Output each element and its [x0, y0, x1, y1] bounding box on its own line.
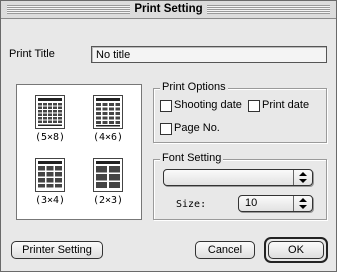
layout-selector: (5×8) (4×6) (3×4) (2×3): [16, 84, 142, 220]
size-popup-value: 10: [245, 197, 258, 209]
size-label: Size:: [176, 199, 207, 210]
font-popup[interactable]: [163, 169, 313, 186]
size-popup[interactable]: 10: [238, 195, 313, 212]
font-setting-group: Font Setting Size: 10: [153, 152, 327, 220]
ok-button[interactable]: OK: [268, 241, 324, 259]
shooting-date-label[interactable]: Shooting date: [174, 99, 242, 112]
print-options-title: Print Options: [160, 81, 228, 94]
printer-setting-button[interactable]: Printer Setting: [11, 241, 103, 259]
layout-3x4-caption: (3×4): [34, 195, 66, 206]
title-bar[interactable]: Print Setting: [1, 1, 336, 19]
shooting-date-checkbox[interactable]: [160, 100, 172, 112]
layout-4x6-icon: [93, 95, 123, 129]
print-title-field[interactable]: No title: [91, 46, 327, 63]
updown-arrows-icon: [293, 170, 312, 185]
print-date-checkbox[interactable]: [248, 100, 260, 112]
layout-5x8-caption: (5×8): [34, 132, 66, 143]
updown-arrows-icon: [293, 196, 312, 211]
print-options-group: Print Options Shooting date Print date P…: [153, 81, 327, 143]
print-date-label[interactable]: Print date: [262, 99, 309, 112]
layout-5x8-icon: [35, 95, 65, 129]
layout-4x6-caption: (4×6): [92, 132, 124, 143]
layout-3x4-icon: [35, 158, 65, 192]
cancel-button[interactable]: Cancel: [195, 241, 255, 259]
print-title-label: Print Title: [9, 48, 55, 60]
print-setting-dialog: Print Setting Print Title No title (5×8)…: [0, 0, 337, 272]
window-title: Print Setting: [130, 3, 207, 15]
font-setting-title: Font Setting: [160, 152, 224, 165]
layout-2x3-icon: [93, 158, 123, 192]
page-no-label[interactable]: Page No.: [174, 122, 220, 135]
layout-2x3-caption: (2×3): [92, 195, 124, 206]
page-no-checkbox[interactable]: [160, 123, 172, 135]
